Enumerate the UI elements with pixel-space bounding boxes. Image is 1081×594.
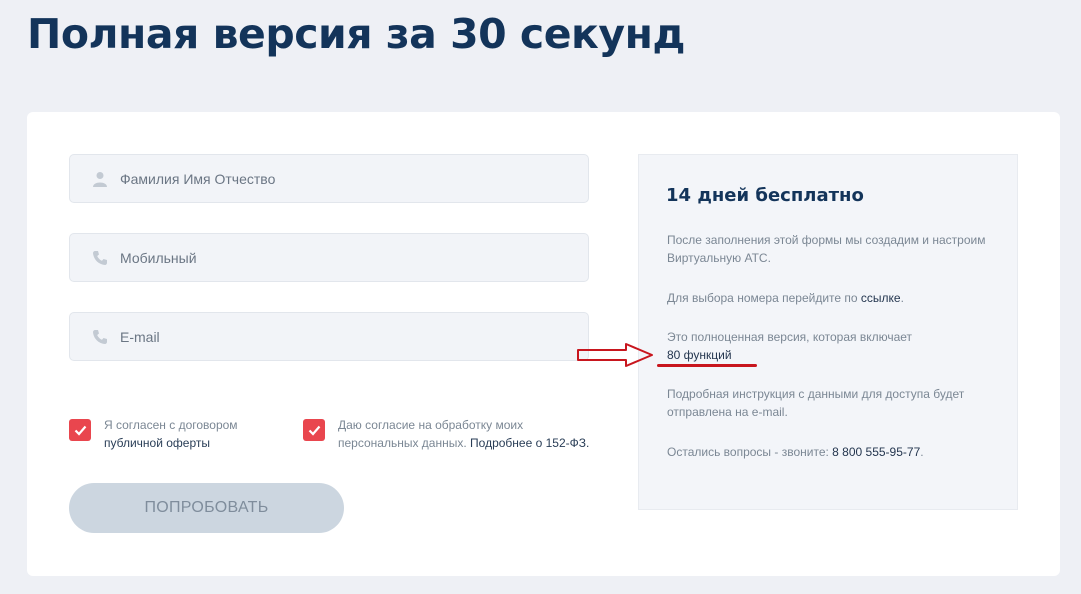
- checkmark-icon: [308, 425, 320, 436]
- phone-icon: [90, 327, 110, 347]
- public-offer-link[interactable]: публичной оферты: [104, 436, 210, 450]
- personal-data-consent: Даю согласие на обработку моих персональ…: [303, 418, 590, 452]
- email-placeholder: E-mail: [120, 328, 160, 345]
- info-panel: 14 дней бесплатно После заполнения этой …: [638, 154, 1018, 510]
- phone-icon: [90, 248, 110, 268]
- annotation-arrow-icon: [577, 343, 653, 367]
- annotation-underline: [657, 364, 757, 367]
- personal-data-checkbox[interactable]: [303, 419, 325, 441]
- personal-data-consent-text: Даю согласие на обработку моих персональ…: [338, 418, 590, 450]
- law-152-link[interactable]: Подробнее о 152-ФЗ.: [470, 436, 589, 450]
- info-title: 14 дней бесплатно: [666, 185, 864, 206]
- number-link[interactable]: ссылке: [861, 291, 901, 305]
- signup-card: Фамилия Имя Отчество Мобильный E-mail Я …: [27, 112, 1060, 576]
- page-title: Полная версия за 30 секунд: [27, 10, 686, 58]
- checkmark-icon: [74, 425, 86, 436]
- support-phone-link[interactable]: 8 800 555-95-77: [832, 445, 920, 459]
- try-button[interactable]: ПОПРОБОВАТЬ: [69, 483, 344, 533]
- user-icon: [90, 169, 110, 189]
- offer-consent-text: Я согласен с договором публичной оферты: [104, 418, 238, 450]
- info-paragraph-instructions: Подробная инструкция с данными для досту…: [667, 387, 965, 419]
- phone-field[interactable]: Мобильный: [69, 233, 589, 282]
- full-name-placeholder: Фамилия Имя Отчество: [120, 170, 276, 187]
- email-field[interactable]: E-mail: [69, 312, 589, 361]
- info-paragraph-features: Это полноценная версия, которая включает…: [667, 330, 913, 362]
- full-name-field[interactable]: Фамилия Имя Отчество: [69, 154, 589, 203]
- phone-placeholder: Мобильный: [120, 249, 197, 266]
- info-paragraph-number: Для выбора номера перейдите по ссылке.: [667, 291, 904, 305]
- info-paragraph-setup: После заполнения этой формы мы создадим …: [667, 233, 986, 265]
- offer-checkbox[interactable]: [69, 419, 91, 441]
- info-paragraph-contact: Остались вопросы - звоните: 8 800 555-95…: [667, 445, 924, 459]
- features-link[interactable]: 80 функций: [667, 348, 732, 362]
- offer-consent: Я согласен с договором публичной оферты: [69, 418, 238, 452]
